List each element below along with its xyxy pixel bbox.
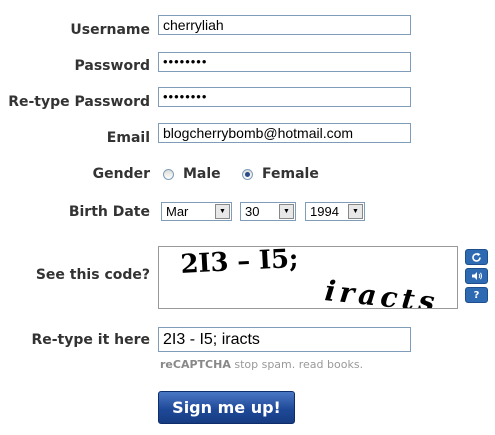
password-label: Password: [74, 58, 150, 74]
female-radio[interactable]: [242, 168, 253, 180]
captcha-help-button[interactable]: ?: [465, 287, 488, 303]
captcha-refresh-button[interactable]: [465, 249, 488, 265]
captcha-audio-button[interactable]: [465, 268, 488, 284]
email-input[interactable]: blogcherrybomb@hotmail.com: [158, 123, 411, 143]
captcha-response-label: Re-type it here: [31, 332, 150, 348]
captcha-response-input[interactable]: 2I3 - I5; iracts: [158, 327, 411, 352]
captcha-distorted-text: 2I3 – I5; iracts: [180, 247, 437, 308]
retype-password-label: Re-type Password: [8, 94, 150, 110]
gender-label: Gender: [92, 166, 150, 182]
sign-up-button[interactable]: Sign me up!: [158, 391, 295, 424]
dropdown-arrow-icon: ▼: [215, 204, 230, 219]
gender-male-option[interactable]: Male: [163, 166, 221, 182]
recaptcha-tagline-text: stop spam. read books.: [230, 358, 364, 371]
male-radio[interactable]: [163, 168, 174, 180]
birth-day-select[interactable]: 30 ▼: [240, 202, 296, 221]
female-radio-label: Female: [262, 166, 319, 182]
email-label: Email: [106, 130, 150, 146]
dropdown-arrow-icon: ▼: [348, 204, 363, 219]
birth-date-label: Birth Date: [68, 204, 150, 220]
birth-month-value: Mar: [166, 204, 189, 219]
birth-day-value: 30: [245, 204, 260, 219]
help-icon: ?: [473, 289, 480, 301]
password-input[interactable]: ••••••••: [158, 52, 411, 72]
male-radio-label: Male: [183, 166, 221, 182]
audio-icon: [471, 272, 482, 280]
username-label: Username: [70, 22, 150, 38]
dropdown-arrow-icon: ▼: [279, 204, 294, 219]
retype-password-input[interactable]: ••••••••: [158, 87, 411, 107]
captcha-image: 2I3 – I5; iracts: [158, 246, 458, 309]
captcha-word-2: iracts: [323, 274, 436, 308]
captcha-word-1: 2I3 – I5;: [180, 247, 299, 280]
captcha-label: See this code?: [35, 267, 150, 283]
birth-year-select[interactable]: 1994 ▼: [305, 202, 365, 221]
birth-month-select[interactable]: Mar ▼: [161, 202, 232, 221]
recaptcha-brand: reCAPTCHA: [160, 358, 231, 371]
birth-year-value: 1994: [310, 204, 339, 219]
gender-female-option[interactable]: Female: [242, 166, 319, 182]
refresh-icon: [472, 252, 481, 262]
username-input[interactable]: cherryliah: [158, 15, 411, 35]
recaptcha-tagline: reCAPTCHA stop spam. read books.: [160, 358, 363, 371]
